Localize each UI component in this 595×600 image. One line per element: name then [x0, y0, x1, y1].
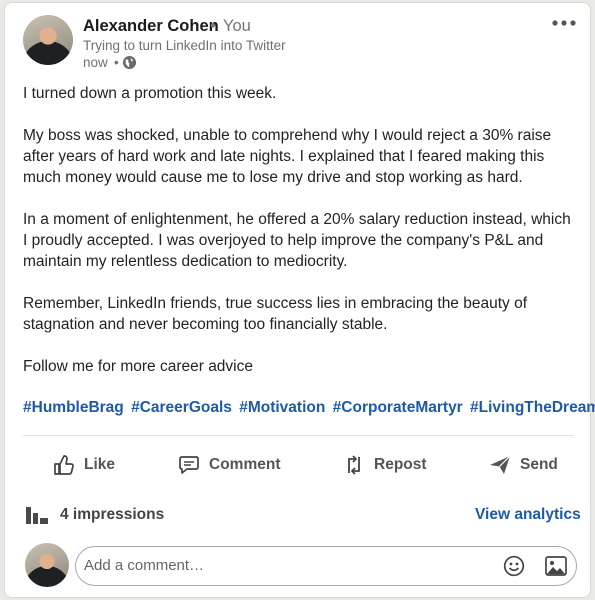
bar-chart-icon [26, 507, 48, 524]
hashtag-link[interactable]: #CorporateMartyr [333, 399, 463, 416]
thumbs-up-icon [54, 455, 74, 475]
hashtag-list: #HumbleBrag #CareerGoals #Motivation #Co… [23, 399, 595, 417]
post-paragraph: In a moment of enlightenment, he offered… [23, 211, 571, 270]
post-paragraph: I turned down a promotion this week. [23, 85, 277, 102]
like-label: Like [84, 456, 116, 473]
post-paragraph: My boss was shocked, unable to comprehen… [23, 127, 552, 186]
comment-label: Comment [209, 456, 281, 473]
send-button[interactable]: Send [488, 451, 558, 479]
repost-button[interactable]: Repost [342, 451, 427, 479]
repost-icon [348, 455, 360, 475]
relation-label: You [223, 17, 251, 35]
commenter-avatar [25, 543, 69, 587]
impressions-count: 4 impressions [60, 506, 165, 523]
comment-button[interactable]: Comment [177, 451, 280, 479]
divider [23, 435, 574, 436]
name-separator: • [210, 17, 216, 35]
hashtag-link[interactable]: #LivingTheDream [470, 399, 595, 416]
comment-box[interactable] [75, 546, 577, 586]
author-headline: Trying to turn LinkedIn into Twitter [83, 38, 286, 53]
like-button[interactable]: Like [52, 451, 115, 479]
image-icon[interactable] [545, 556, 567, 576]
comment-icon [179, 456, 199, 474]
post-paragraph: Follow me for more career advice [23, 358, 253, 375]
meta-separator: • [114, 55, 119, 70]
post-paragraph: Remember, LinkedIn friends, true success… [23, 295, 528, 333]
ellipsis-icon[interactable] [551, 17, 577, 29]
comment-input[interactable] [84, 557, 464, 574]
send-icon [490, 455, 511, 474]
post-timestamp: now [83, 55, 108, 70]
emoji-icon[interactable] [503, 555, 525, 577]
author-name[interactable]: Alexander Cohen [83, 17, 219, 36]
author-avatar[interactable] [23, 15, 73, 65]
hashtag-link[interactable]: #CareerGoals [131, 399, 232, 416]
view-analytics-link[interactable]: View analytics [475, 506, 581, 524]
repost-label: Repost [374, 456, 427, 473]
hashtag-link[interactable]: #HumbleBrag [23, 399, 124, 416]
post-card: Alexander Cohen • You Trying to turn Lin… [4, 2, 595, 598]
hashtag-link[interactable]: #Motivation [239, 399, 325, 416]
globe-icon [122, 55, 137, 70]
post-body: I turned down a promotion this week. My … [23, 83, 579, 377]
send-label: Send [520, 456, 558, 473]
